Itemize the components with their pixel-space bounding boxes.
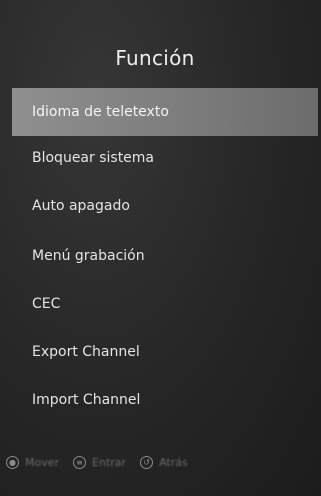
menu-title: Función <box>115 46 195 70</box>
menu-item-recording-menu[interactable]: Menú grabación <box>12 232 318 280</box>
footer-hint-move: ● Mover <box>6 455 60 469</box>
back-icon: ↺ <box>140 455 154 469</box>
footer-hint-enter: ≡ Entrar <box>73 455 127 469</box>
menu-icon: ≡ <box>73 455 87 469</box>
tv-menu-screen: Función Idioma de teletexto Bloquear sis… <box>0 0 321 496</box>
function-menu: Idioma de teletexto Bloquear sistema Aut… <box>12 88 318 424</box>
menu-item-system-lock[interactable]: Bloquear sistema <box>12 136 318 180</box>
footer-hint-back: ↺ Atrás <box>140 455 188 469</box>
menu-item-label: CEC <box>32 296 61 312</box>
menu-item-label: Idioma de teletexto <box>32 104 169 120</box>
footer-hints: ● Mover ≡ Entrar ↺ Atrás <box>6 448 318 476</box>
menu-item-import-channel[interactable]: Import Channel <box>12 376 318 424</box>
footer-hint-label: Mover <box>25 455 60 469</box>
ok-icon: ● <box>6 455 19 469</box>
menu-item-export-channel[interactable]: Export Channel <box>12 328 318 376</box>
menu-item-label: Bloquear sistema <box>32 150 155 166</box>
menu-item-label: Import Channel <box>32 392 141 408</box>
menu-item-label: Menú grabación <box>32 248 145 264</box>
menu-item-auto-power-off[interactable]: Auto apagado <box>12 180 318 232</box>
footer-hint-label: Entrar <box>92 455 127 469</box>
menu-item-cec[interactable]: CEC <box>12 280 318 328</box>
footer-hint-label: Atrás <box>159 455 188 469</box>
menu-item-teletext-language[interactable]: Idioma de teletexto <box>12 88 318 136</box>
menu-item-label: Export Channel <box>32 344 140 360</box>
menu-item-label: Auto apagado <box>32 198 130 214</box>
